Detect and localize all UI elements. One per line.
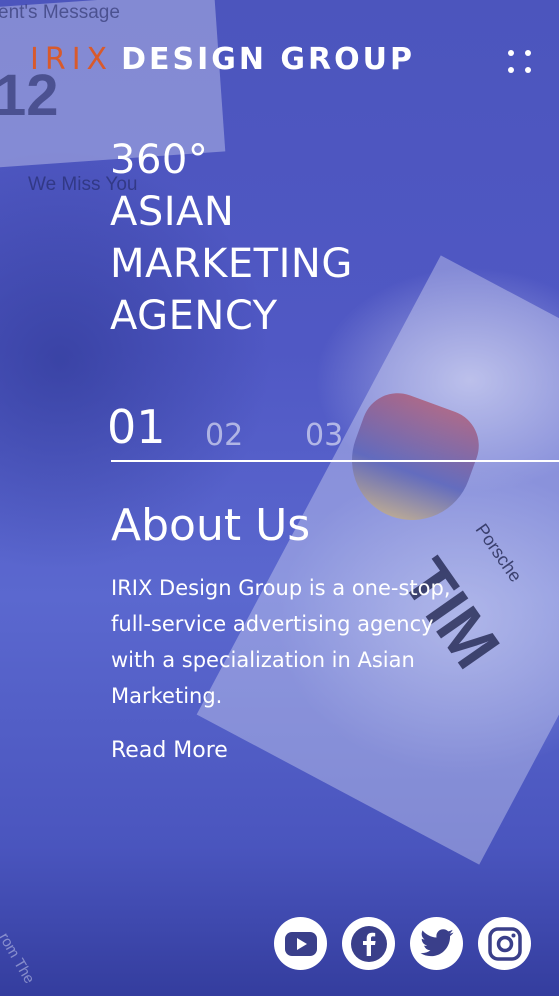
instagram-link[interactable] <box>478 917 531 970</box>
dots-grid-icon <box>507 49 514 56</box>
slide-pagination: 01 02 03 <box>107 400 559 464</box>
hero-title-line: MARKETING <box>110 241 353 287</box>
social-links <box>274 917 531 970</box>
facebook-link[interactable] <box>342 917 395 970</box>
twitter-icon <box>420 928 453 956</box>
slide-tab-03[interactable]: 03 <box>305 418 343 453</box>
dots-grid-icon <box>507 66 514 73</box>
logo[interactable]: IRIX DESIGN GROUP <box>30 42 415 77</box>
dots-grid-icon <box>524 49 531 56</box>
instagram-icon <box>487 926 522 961</box>
read-more-link[interactable]: Read More <box>111 738 228 763</box>
dots-grid-icon <box>524 66 531 73</box>
slide-divider <box>111 460 559 462</box>
twitter-link[interactable] <box>410 917 463 970</box>
youtube-icon <box>284 931 317 956</box>
hero-title-line: 360° <box>110 137 209 183</box>
facebook-icon <box>350 925 387 962</box>
logo-text: DESIGN GROUP <box>121 42 416 77</box>
menu-button[interactable] <box>502 44 536 78</box>
hero-title: 360° ASIAN MARKETING AGENCY <box>110 134 353 342</box>
youtube-link[interactable] <box>274 917 327 970</box>
logo-accent: IRIX <box>30 42 114 77</box>
hero-title-line: ASIAN <box>110 189 235 235</box>
slide-tab-02[interactable]: 02 <box>205 418 243 453</box>
slide-tab-01[interactable]: 01 <box>107 400 166 454</box>
hero-title-line: AGENCY <box>110 293 278 339</box>
site-header: IRIX DESIGN GROUP <box>0 0 559 120</box>
background-text: rom The <box>0 930 38 987</box>
about-title: About Us <box>111 500 311 551</box>
about-description: IRIX Design Group is a one-stop, full-se… <box>111 576 451 708</box>
